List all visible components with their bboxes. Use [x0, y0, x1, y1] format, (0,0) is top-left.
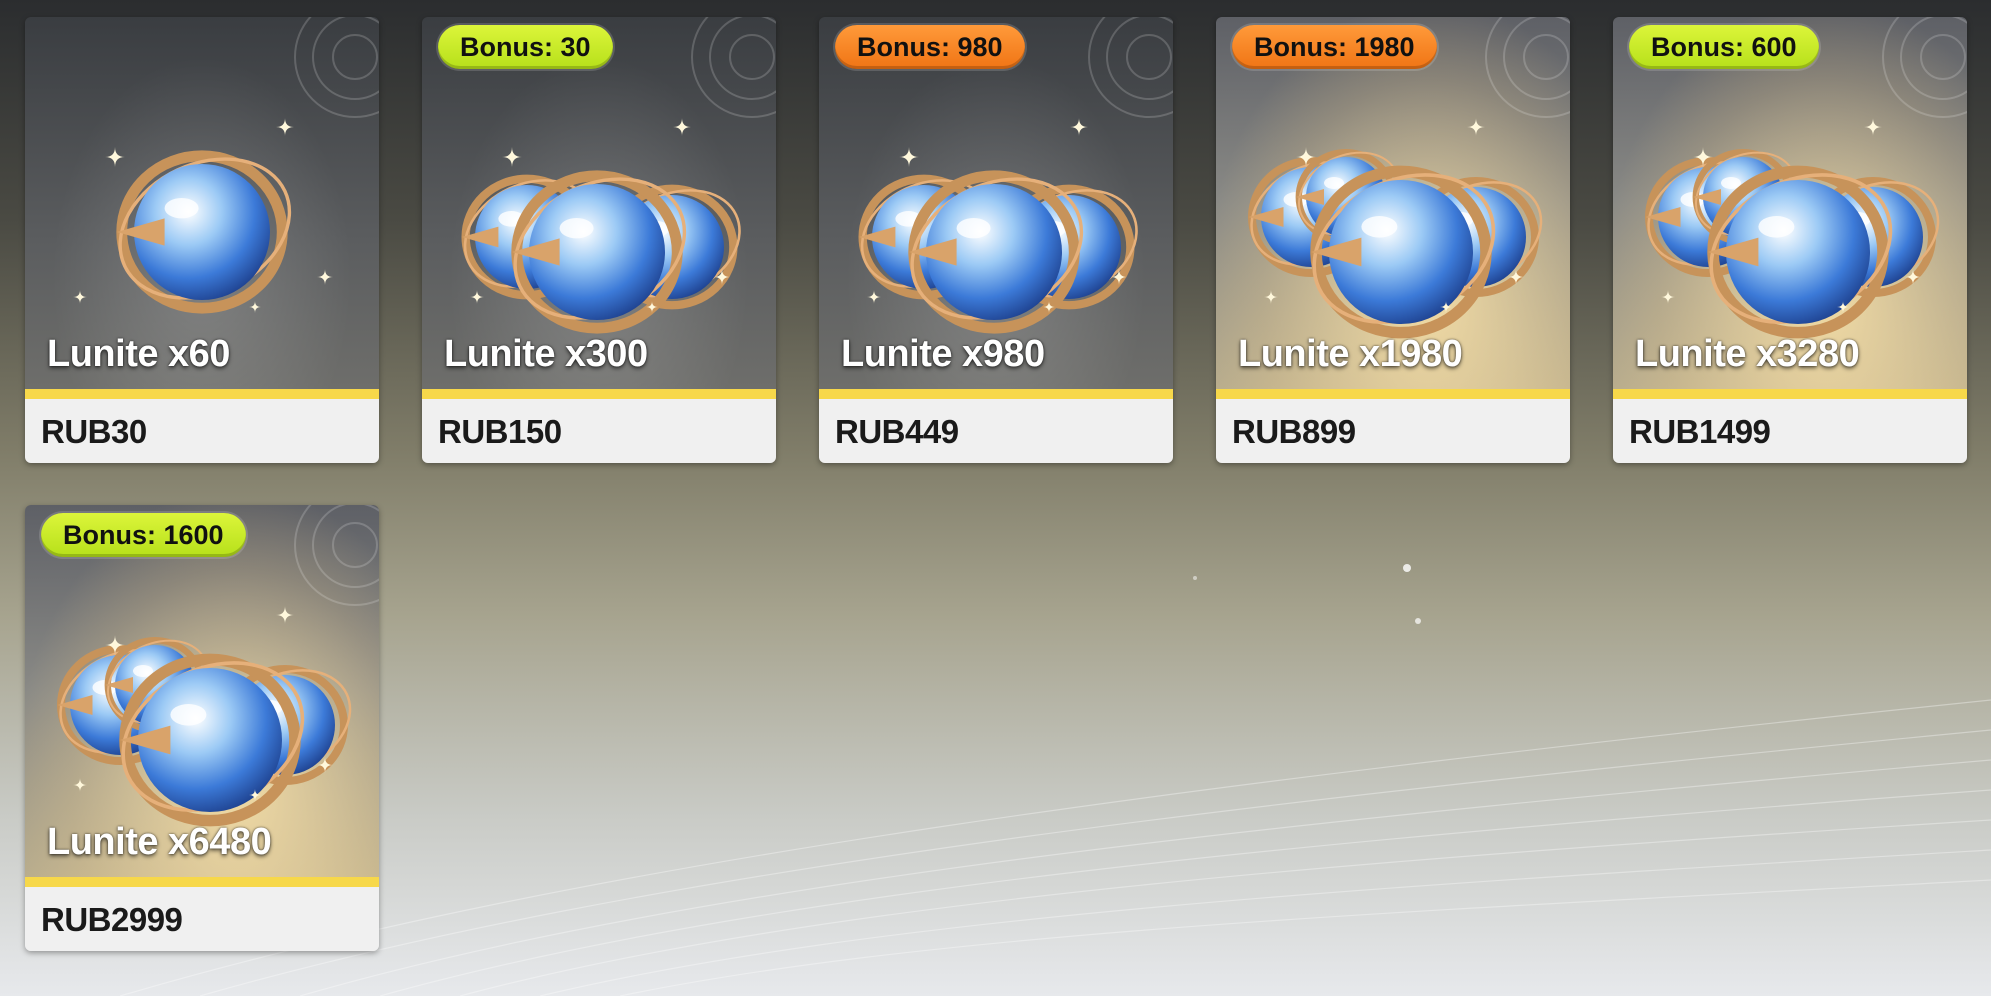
sparkle-icon: [470, 290, 484, 304]
price-bar: RUB449: [819, 399, 1173, 463]
price-stripe: [1613, 389, 1967, 399]
sparkle-icon: [1264, 290, 1278, 304]
price-stripe: [422, 389, 776, 399]
product-name: Lunite x6480: [47, 821, 272, 863]
bonus-badge: Bonus: 1980: [1232, 25, 1437, 69]
seal-emblem-icon: [691, 17, 776, 118]
price-label: RUB899: [1232, 413, 1356, 450]
seal-emblem-icon: [1485, 17, 1570, 118]
price-bar: RUB2999: [25, 887, 379, 951]
seal-emblem-icon: [1088, 17, 1173, 118]
sparkle-icon: [73, 778, 87, 792]
bonus-badge: Bonus: 30: [438, 25, 613, 69]
price-label: RUB2999: [41, 901, 183, 938]
sparkle-icon: [73, 290, 87, 304]
price-label: RUB449: [835, 413, 959, 450]
price-stripe: [25, 877, 379, 887]
sparkle-icon: [317, 269, 333, 285]
sparkle-icon: [899, 147, 919, 167]
sparkle-icon: [1467, 118, 1485, 136]
sparkle-icon: [1864, 118, 1882, 136]
price-label: RUB30: [41, 413, 147, 450]
sparkle-icon: [276, 606, 294, 624]
product-name: Lunite x980: [841, 333, 1045, 375]
bonus-badge: Bonus: 600: [1629, 25, 1819, 69]
product-card-6[interactable]: Lunite x6480 RUB2999 Bonus: 1600: [25, 505, 379, 951]
price-label: RUB1499: [1629, 413, 1771, 450]
product-name: Lunite x3280: [1635, 333, 1860, 375]
sparkle-icon: [673, 118, 691, 136]
seal-emblem-icon: [294, 505, 379, 606]
seal-emblem-icon: [294, 17, 379, 118]
product-card-3[interactable]: Lunite x980 RUB449 Bonus: 980: [819, 17, 1173, 463]
product-card-4[interactable]: Lunite x1980 RUB899 Bonus: 1980: [1216, 17, 1570, 463]
product-name: Lunite x60: [47, 333, 230, 375]
sparkle-icon: [867, 290, 881, 304]
bonus-badge: Bonus: 980: [835, 25, 1025, 69]
product-name: Lunite x1980: [1238, 333, 1463, 375]
sparkle-icon: [105, 147, 125, 167]
price-stripe: [1216, 389, 1570, 399]
sparkle-icon: [276, 118, 294, 136]
price-bar: RUB1499: [1613, 399, 1967, 463]
product-card-5[interactable]: Lunite x3280 RUB1499 Bonus: 600: [1613, 17, 1967, 463]
bonus-badge: Bonus: 1600: [41, 513, 246, 557]
product-card-2[interactable]: Lunite x300 RUB150 Bonus: 30: [422, 17, 776, 463]
price-stripe: [25, 389, 379, 399]
price-bar: RUB30: [25, 399, 379, 463]
sparkle-icon: [502, 147, 522, 167]
seal-emblem-icon: [1882, 17, 1967, 118]
product-card-1[interactable]: Lunite x60 RUB30: [25, 17, 379, 463]
product-name: Lunite x300: [444, 333, 648, 375]
price-bar: RUB899: [1216, 399, 1570, 463]
lunite-orb-icon: [116, 150, 292, 314]
sparkle-icon: [249, 301, 261, 313]
sparkle-icon: [1070, 118, 1088, 136]
price-stripe: [819, 389, 1173, 399]
price-label: RUB150: [438, 413, 562, 450]
sparkle-icon: [1661, 290, 1675, 304]
price-bar: RUB150: [422, 399, 776, 463]
